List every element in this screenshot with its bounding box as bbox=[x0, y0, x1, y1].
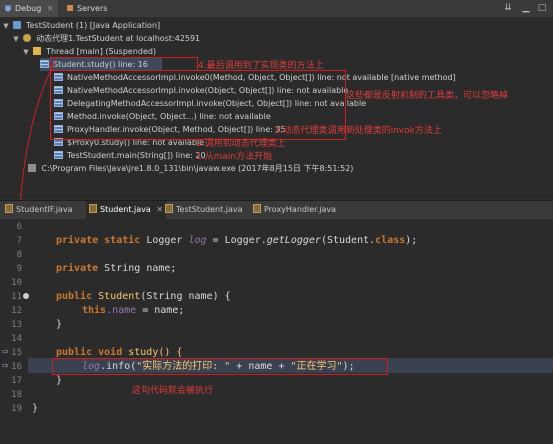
code-type: Student bbox=[326, 235, 370, 246]
debug-view-tabbar: Debug ✕ Servers ⇊ ▁ □ bbox=[0, 0, 553, 18]
code-text: name) { bbox=[188, 291, 231, 302]
code-method: study() { bbox=[128, 347, 183, 358]
line-number: 19 bbox=[11, 404, 22, 414]
process-row[interactable]: C:\Program Files\Java\jre1.8.0_131\bin\j… bbox=[28, 162, 353, 175]
code-text: = name; bbox=[136, 305, 185, 316]
debug-target-icon bbox=[22, 34, 31, 42]
code-line: private static Logger log = Logger.getLo… bbox=[56, 234, 417, 248]
code-keyword: private bbox=[56, 263, 105, 274]
annotation-step-3: 3.动态代理类调用到处理类的invok方法上 bbox=[274, 126, 442, 136]
highlight-box bbox=[50, 57, 198, 71]
code-line: } bbox=[56, 319, 63, 330]
line-number: 13 bbox=[11, 320, 22, 330]
code-type: Logger bbox=[224, 235, 261, 246]
editor-tab-proxyhandler[interactable]: ProxyHandler.java bbox=[250, 201, 339, 219]
minimize-icon[interactable]: ▁ bbox=[520, 2, 532, 14]
code-keyword: public bbox=[56, 291, 99, 302]
expand-down-icon[interactable]: ▼ bbox=[22, 46, 30, 59]
code-type: String bbox=[104, 263, 147, 274]
code-keyword: class bbox=[375, 235, 406, 246]
expand-down-icon[interactable]: ▼ bbox=[12, 33, 20, 46]
line-number: 11 bbox=[11, 292, 22, 302]
code-field: .name bbox=[106, 305, 137, 316]
code-text: = bbox=[206, 235, 225, 246]
stack-frame-icon bbox=[40, 60, 49, 68]
annotation-reflection: 这些都是反射机制的工具类，可以忽略掉 bbox=[346, 91, 509, 101]
line-number: 7 bbox=[16, 236, 22, 246]
code-keyword: public void bbox=[56, 347, 129, 358]
java-file-icon bbox=[5, 204, 13, 213]
editor-tabbar: StudentIF.java Student.java ✕ TestStuden… bbox=[0, 200, 553, 220]
code-type: Logger bbox=[146, 235, 189, 246]
process-label: C:\Program Files\Java\jre1.8.0_131\bin\j… bbox=[41, 164, 354, 173]
java-app-icon bbox=[12, 21, 21, 29]
code-method: getLogger bbox=[266, 235, 321, 246]
tree-vm[interactable]: ▼ 动态代理1.TestStudent at localhost:42591 bbox=[12, 32, 200, 45]
bug-icon bbox=[4, 1, 12, 12]
instruction-pointer-icon: ⇨ bbox=[2, 347, 9, 356]
tab-servers[interactable]: Servers bbox=[62, 0, 111, 17]
code-line: public Student(String name) { bbox=[56, 290, 231, 304]
editor-tab-label: TestStudent.java bbox=[176, 205, 243, 214]
tree-launch-root[interactable]: ▼ TestStudent (1) [Java Application] bbox=[2, 19, 160, 32]
frame-label: TestStudent.main(String[]) line: 20 bbox=[67, 151, 206, 160]
code-field: log bbox=[188, 235, 207, 246]
code-method: Student bbox=[98, 291, 141, 302]
tab-debug-label: Debug bbox=[15, 4, 42, 13]
breakpoint-marker[interactable] bbox=[23, 293, 29, 299]
thread-label: Thread [main] (Suspended) bbox=[46, 47, 157, 56]
code-keyword: this bbox=[82, 305, 107, 316]
editor-tab-teststudent[interactable]: TestStudent.java bbox=[162, 201, 246, 219]
java-file-icon bbox=[89, 204, 97, 213]
annotation-step-2: 2.调用到动态代理类上 bbox=[196, 139, 286, 149]
server-icon bbox=[66, 1, 74, 11]
maximize-icon[interactable]: □ bbox=[536, 2, 548, 14]
thread-suspended-icon bbox=[32, 47, 41, 55]
editor-tab-label: StudentIF.java bbox=[16, 205, 73, 214]
code-editor[interactable]: 6 7 8 9 10 11 12 13 14 15 16 17 18 19 ⇨ … bbox=[0, 219, 553, 444]
editor-tab-studentif[interactable]: StudentIF.java bbox=[2, 201, 75, 219]
code-type: String bbox=[146, 291, 189, 302]
annotation-step-4: 4.最后调用到了实现类的方法上 bbox=[198, 61, 324, 71]
editor-tab-student[interactable]: Student.java ✕ bbox=[86, 201, 167, 219]
code-text: name; bbox=[146, 263, 177, 274]
line-number: 10 bbox=[11, 278, 22, 288]
launch-label: TestStudent (1) [Java Application] bbox=[26, 21, 161, 30]
tab-debug[interactable]: Debug ✕ bbox=[0, 0, 58, 17]
instruction-pointer-icon: ⇨ bbox=[2, 361, 9, 370]
annotation-executed: 这句代码就会被执行 bbox=[132, 386, 214, 396]
line-number: 17 bbox=[11, 376, 22, 386]
line-number: 18 bbox=[11, 390, 22, 400]
code-line: } bbox=[32, 403, 39, 414]
line-number: 9 bbox=[16, 264, 22, 274]
debug-tree: ▼ TestStudent (1) [Java Application] ▼ 动… bbox=[0, 17, 553, 199]
editor-tab-label: ProxyHandler.java bbox=[264, 205, 336, 214]
annotation-step-1: 1.从main方法开始 bbox=[196, 152, 273, 162]
java-file-icon bbox=[165, 204, 173, 213]
code-line: } bbox=[56, 375, 63, 386]
line-number: 6 bbox=[16, 222, 22, 232]
code-text: ); bbox=[405, 235, 418, 246]
collapse-all-icon[interactable]: ⇊ bbox=[502, 2, 514, 14]
stack-frame-icon bbox=[54, 151, 63, 159]
code-keyword: private static bbox=[56, 235, 147, 246]
expand-down-icon[interactable]: ▼ bbox=[2, 20, 10, 33]
process-icon bbox=[28, 164, 36, 172]
code-line: this.name = name; bbox=[82, 304, 184, 318]
editor-tab-label: Student.java bbox=[100, 205, 151, 214]
java-file-icon bbox=[253, 204, 261, 213]
vm-label: 动态代理1.TestStudent at localhost:42591 bbox=[36, 34, 201, 43]
highlight-box bbox=[52, 358, 388, 375]
tab-servers-label: Servers bbox=[77, 4, 108, 13]
line-number-gutter: 6 7 8 9 10 11 12 13 14 15 16 17 18 19 ⇨ … bbox=[0, 219, 29, 444]
line-number: 14 bbox=[11, 334, 22, 344]
stack-frame[interactable]: TestStudent.main(String[]) line: 20 bbox=[54, 149, 206, 162]
line-number: 12 bbox=[11, 306, 22, 316]
close-icon[interactable]: ✕ bbox=[47, 4, 54, 13]
line-number: 8 bbox=[16, 250, 22, 260]
code-line: private String name; bbox=[56, 262, 176, 276]
